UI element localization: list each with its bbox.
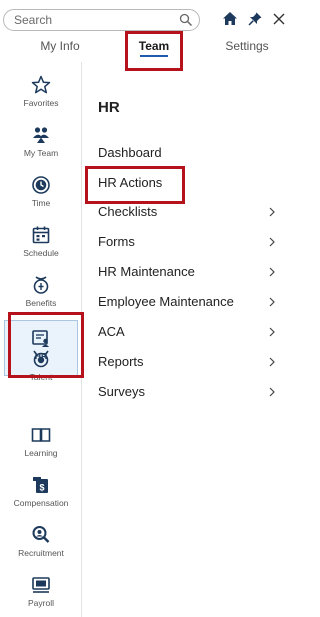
svg-text:$: $ xyxy=(39,483,44,493)
tab-my-info[interactable]: My Info xyxy=(20,36,100,60)
rail-item-label: Recruitment xyxy=(18,548,64,558)
menu-item-forms[interactable]: Forms xyxy=(98,231,282,253)
rail-item-label: Benefits xyxy=(25,298,57,308)
book-icon xyxy=(31,428,51,442)
home-icon[interactable] xyxy=(221,10,239,28)
rail-item-learning[interactable]: Learning xyxy=(4,424,78,474)
rail-item-label: Favorites xyxy=(23,98,59,108)
menu-item-label: Surveys xyxy=(98,384,145,399)
menu-item-aca[interactable]: ACA xyxy=(98,321,282,343)
rail-item-schedule[interactable]: Schedule xyxy=(4,224,78,274)
rail-item-favorites[interactable]: Favorites xyxy=(4,74,78,124)
rail-item-payroll[interactable]: Payroll xyxy=(4,574,78,617)
menu-item-surveys[interactable]: Surveys xyxy=(98,381,282,403)
menu-item-hr-maintenance[interactable]: HR Maintenance xyxy=(98,261,282,283)
compensation-icon: $ xyxy=(33,477,48,493)
rail-item-label: Payroll xyxy=(28,598,54,608)
rail-item-label: Schedule xyxy=(23,248,59,258)
chevron-right-icon xyxy=(269,387,275,397)
payroll-icon xyxy=(32,577,50,593)
team-icon xyxy=(33,127,49,143)
menu-item-employee-maintenance[interactable]: Employee Maintenance xyxy=(98,291,282,313)
recruitment-icon xyxy=(32,526,50,543)
chevron-right-icon xyxy=(269,357,275,367)
calendar-icon xyxy=(32,226,50,244)
chevron-right-icon xyxy=(269,267,275,277)
hr-menu-panel: HR Dashboard HR Actions Checklists Forms… xyxy=(82,62,290,617)
rail-item-compensation[interactable]: $ Compensation xyxy=(4,474,78,524)
rail-item-recruitment[interactable]: Recruitment xyxy=(4,524,78,574)
rail-item-my-team[interactable]: My Team xyxy=(4,124,78,174)
highlight-box-hr-actions xyxy=(85,166,185,204)
menu-item-checklists[interactable]: Checklists xyxy=(98,201,282,223)
menu-item-dashboard[interactable]: Dashboard xyxy=(98,142,282,164)
rail-item-label: Compensation xyxy=(13,498,69,508)
rail-item-label: Time xyxy=(31,198,51,208)
search-icon[interactable] xyxy=(179,13,193,27)
search-box[interactable] xyxy=(3,9,200,31)
tab-settings[interactable]: Settings xyxy=(218,36,276,60)
benefits-icon xyxy=(33,276,49,294)
close-icon[interactable] xyxy=(270,10,288,28)
chevron-right-icon xyxy=(269,327,275,337)
highlight-box-hr xyxy=(8,312,84,378)
menu-item-label: Reports xyxy=(98,354,144,369)
search-input[interactable] xyxy=(14,12,174,28)
clock-icon xyxy=(32,176,50,194)
chevron-right-icon xyxy=(269,237,275,247)
menu-title: HR xyxy=(98,99,120,116)
menu-item-label: ACA xyxy=(98,324,125,339)
star-icon xyxy=(31,75,51,94)
rail-item-label: Learning xyxy=(24,448,58,458)
chevron-right-icon xyxy=(269,297,275,307)
menu-item-label: Dashboard xyxy=(98,145,162,160)
menu-item-label: Forms xyxy=(98,234,135,249)
menu-item-reports[interactable]: Reports xyxy=(98,351,282,373)
menu-item-label: Checklists xyxy=(98,204,158,219)
pin-icon[interactable] xyxy=(246,10,264,28)
rail-item-label: My Team xyxy=(23,148,59,158)
menu-item-label: Employee Maintenance xyxy=(98,294,234,309)
menu-item-label: HR Maintenance xyxy=(98,264,195,279)
chevron-right-icon xyxy=(269,207,275,217)
rail-item-time[interactable]: Time xyxy=(4,174,78,224)
